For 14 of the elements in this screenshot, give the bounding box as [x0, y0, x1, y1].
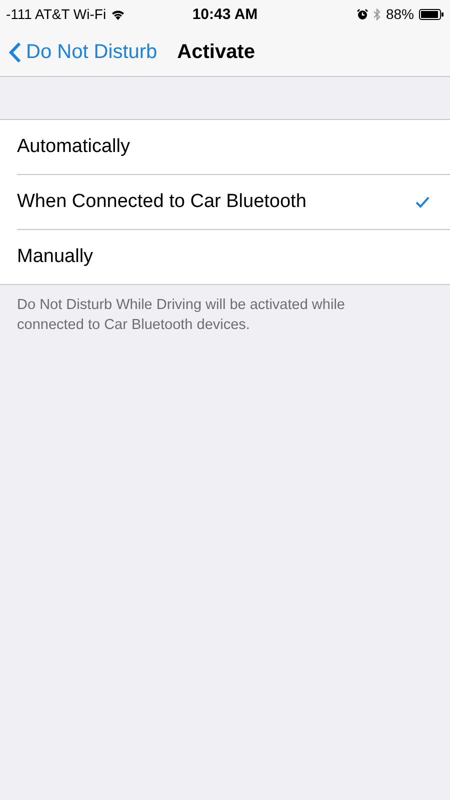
option-row[interactable]: Automatically [17, 120, 450, 175]
chevron-left-icon [9, 42, 21, 62]
wifi-icon [111, 8, 126, 20]
back-button[interactable]: Do Not Disturb [0, 40, 158, 64]
battery-percentage: 88% [386, 6, 414, 22]
footer-note: Do Not Disturb While Driving will be activated while connected to Car Bluetooth devices. [16, 296, 346, 335]
screen-title: Activate [177, 40, 255, 64]
clock-time: 10:43 AM [192, 6, 258, 22]
carrier-text: -111 AT&T Wi-Fi [6, 6, 106, 22]
option-row[interactable]: Manually [17, 230, 450, 284]
option-row[interactable]: When Connected to Car Bluetooth [17, 175, 450, 230]
alarm-clock-icon [356, 8, 368, 20]
battery-icon [419, 8, 444, 20]
bluetooth-icon [372, 8, 381, 20]
